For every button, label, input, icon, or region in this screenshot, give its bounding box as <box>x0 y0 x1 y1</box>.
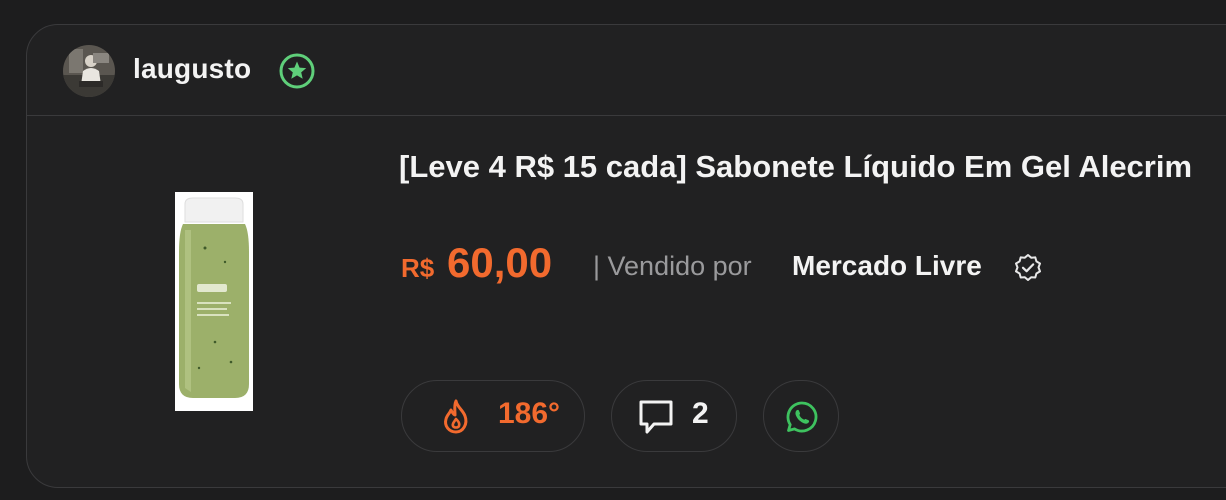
comments-count: 2 <box>692 397 709 430</box>
comments-button[interactable]: 2 <box>611 380 737 452</box>
price-currency: R$ <box>401 253 435 283</box>
seller-name[interactable]: Mercado Livre <box>792 250 982 282</box>
star-badge-icon <box>278 52 316 90</box>
deal-card[interactable]: laugusto [Leve 4 R$ 15 cada] Sabonete Lí… <box>26 24 1226 488</box>
temperature-value: 186° <box>498 397 561 430</box>
whatsapp-icon <box>785 400 819 439</box>
sold-by-label: | Vendido por <box>593 251 752 281</box>
temperature-button[interactable]: 186° <box>401 380 585 452</box>
card-header: laugusto <box>27 25 1226 116</box>
username[interactable]: laugusto <box>133 53 251 85</box>
deal-title[interactable]: [Leve 4 R$ 15 cada] Sabonete Líquido Em … <box>399 149 1192 185</box>
comment-icon <box>638 399 674 442</box>
product-image[interactable] <box>175 192 253 411</box>
price-value: 60,00 <box>447 239 553 286</box>
fire-icon <box>440 398 472 441</box>
whatsapp-share-button[interactable] <box>763 380 839 452</box>
avatar[interactable] <box>63 45 115 97</box>
verified-icon <box>1013 253 1043 283</box>
